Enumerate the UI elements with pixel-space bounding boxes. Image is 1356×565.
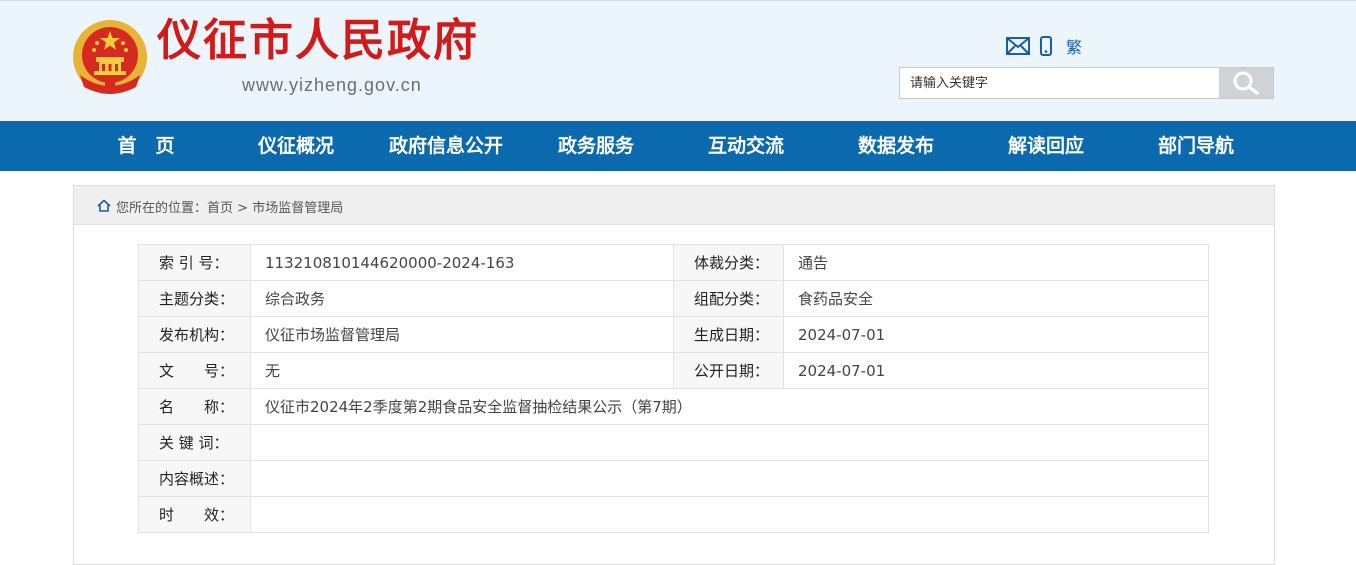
- nav-yizheng-overview[interactable]: 仪征概况: [258, 121, 334, 171]
- home-icon: [97, 199, 111, 212]
- mobile-phone-icon[interactable]: [1040, 36, 1052, 56]
- table-row: 时 效：: [138, 496, 1209, 533]
- nav-interaction[interactable]: 互动交流: [708, 121, 784, 171]
- keywords-value: [250, 424, 1209, 461]
- genre-label: 体裁分类：: [673, 244, 784, 281]
- search-icon: [1233, 71, 1259, 95]
- index-label: 索 引 号：: [138, 244, 251, 281]
- nav-home[interactable]: 首 页: [117, 121, 174, 171]
- name-value: 仪征市2024年2季度第2期食品安全监督抽检结果公示（第7期）: [250, 388, 1209, 425]
- document-metadata-table: 索 引 号： 113210810144620000-2024-163 体裁分类：…: [138, 244, 1209, 533]
- search-button[interactable]: [1219, 68, 1273, 98]
- search-box: [899, 67, 1274, 99]
- breadcrumb-separator: >: [233, 201, 253, 216]
- mail-icon[interactable]: [1006, 37, 1030, 55]
- org-class-label: 组配分类：: [673, 280, 784, 317]
- doc-number-label: 文 号：: [138, 352, 251, 389]
- published-date-value: 2024-07-01: [783, 352, 1209, 389]
- summary-label: 内容概述：: [138, 460, 251, 497]
- main-navigation: 首 页 仪征概况 政府信息公开 政务服务 互动交流 数据发布 解读回应 部门导航: [0, 121, 1356, 171]
- breadcrumb: 您所在的位置：首页 > 市场监督管理局: [74, 186, 1274, 225]
- header-tools: 繁: [1006, 35, 1082, 57]
- site-url: www.yizheng.gov.cn: [242, 75, 422, 95]
- table-row: 内容概述：: [138, 460, 1209, 497]
- traditional-chinese-link[interactable]: 繁: [1066, 34, 1082, 58]
- table-row: 主题分类： 综合政务 组配分类： 食药品安全: [138, 280, 1209, 317]
- table-row: 索 引 号： 113210810144620000-2024-163 体裁分类：…: [138, 244, 1209, 281]
- site-header: 仪征市人民政府 www.yizheng.gov.cn 繁: [0, 0, 1356, 121]
- breadcrumb-prefix: 您所在的位置：: [116, 201, 208, 216]
- publisher-label: 发布机构：: [138, 316, 251, 353]
- site-title: 仪征市人民政府: [157, 15, 479, 66]
- keywords-label: 关 键 词：: [138, 424, 251, 461]
- publisher-value: 仪征市场监督管理局: [250, 316, 674, 353]
- breadcrumb-home-link[interactable]: 首页: [207, 201, 233, 216]
- summary-value: [250, 460, 1209, 497]
- index-value: 113210810144620000-2024-163: [250, 244, 674, 281]
- nav-gov-services[interactable]: 政务服务: [558, 121, 634, 171]
- published-date-label: 公开日期：: [673, 352, 784, 389]
- name-label: 名 称：: [138, 388, 251, 425]
- org-class-value: 食药品安全: [783, 280, 1209, 317]
- table-row: 发布机构： 仪征市场监督管理局 生成日期： 2024-07-01: [138, 316, 1209, 353]
- validity-value: [250, 496, 1209, 533]
- nav-gov-info-disclosure[interactable]: 政府信息公开: [389, 121, 503, 171]
- breadcrumb-current[interactable]: 市场监督管理局: [252, 201, 343, 216]
- topic-label: 主题分类：: [138, 280, 251, 317]
- topic-value: 综合政务: [250, 280, 674, 317]
- created-date-value: 2024-07-01: [783, 316, 1209, 353]
- genre-value: 通告: [783, 244, 1209, 281]
- nav-data-release[interactable]: 数据发布: [858, 121, 934, 171]
- validity-label: 时 效：: [138, 496, 251, 533]
- nav-interpretation[interactable]: 解读回应: [1008, 121, 1084, 171]
- national-emblem-icon: [73, 20, 147, 94]
- doc-number-value: 无: [250, 352, 674, 389]
- search-input[interactable]: [900, 68, 1218, 98]
- table-row: 名 称： 仪征市2024年2季度第2期食品安全监督抽检结果公示（第7期）: [138, 388, 1209, 425]
- created-date-label: 生成日期：: [673, 316, 784, 353]
- nav-department-guide[interactable]: 部门导航: [1158, 121, 1234, 171]
- table-row: 文 号： 无 公开日期： 2024-07-01: [138, 352, 1209, 389]
- table-row: 关 键 词：: [138, 424, 1209, 461]
